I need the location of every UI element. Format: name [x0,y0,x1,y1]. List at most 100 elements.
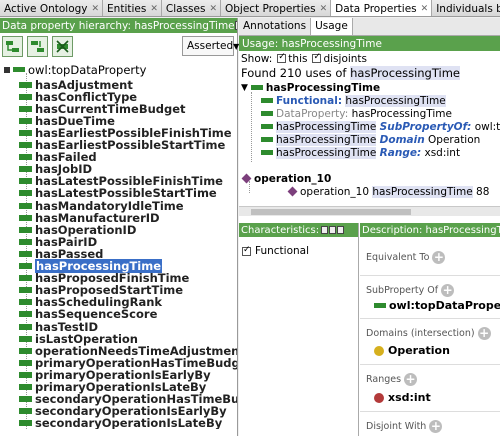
tab-label: Entities [107,2,147,15]
close-icon[interactable]: ✕ [209,4,217,14]
property-icon [19,190,32,197]
usage-value: hasProcessingTime [345,94,446,107]
subproperty-value-text: owl:topDataProperty [389,299,500,312]
tab-usage[interactable]: Usage [311,18,353,35]
found-term: hasProcessingTime [350,66,461,80]
data-property-hierarchy-panel: Data property hierarchy: hasProcessingTi… [0,18,239,436]
horizontal-scrollbar[interactable] [239,206,500,216]
asserted-dropdown[interactable]: Asserted ▼ [182,36,239,56]
domain-value[interactable]: Operation [374,344,450,357]
range-value[interactable]: xsd:int [374,391,431,404]
characteristics-title-text: Characteristics: [241,224,320,236]
usage-row[interactable]: Functional: hasProcessingTime [261,94,446,107]
close-icon[interactable]: ✕ [92,4,100,14]
property-icon [19,154,32,161]
class-icon [374,345,384,356]
disjoint-with-label: Disjoint With [366,421,427,432]
property-icon [19,178,32,185]
add-subproperty-button[interactable] [2,35,23,57]
tab-data-properties[interactable]: Data Properties ✕ [331,0,433,16]
property-icon [19,420,32,427]
usage-row[interactable]: hasProcessingTime Range: xsd:int [261,146,460,159]
description-title: Description: hasProcessingTime [360,223,500,237]
collapse-icon[interactable]: ▼ [241,83,248,93]
section-divider [360,411,500,412]
close-icon[interactable]: ✕ [421,4,429,14]
hierarchy-toolbar: Asserted ▼ [0,33,239,59]
close-icon[interactable]: ✕ [320,4,328,14]
pane-controls[interactable] [321,226,345,234]
property-icon [19,299,32,306]
subproperty-of-label: SubProperty Of [366,285,439,296]
usage-row[interactable]: DataProperty: hasProcessingTime [261,107,452,120]
domains-label: Domains (intersection) [366,328,475,339]
tab-entities[interactable]: Entities ✕ [103,0,162,16]
ranges-label: Ranges [366,374,402,385]
equivalent-to-label: Equivalent To [366,252,430,263]
property-icon [19,105,32,112]
property-icon [19,323,32,330]
add-icon[interactable]: + [404,373,418,386]
property-icon [19,202,32,209]
property-icon [19,359,32,366]
equivalent-to-section: Equivalent To + [366,251,446,264]
tree-root[interactable]: owl:topDataProperty [4,62,147,77]
tab-annotations[interactable]: Annotations [239,18,312,35]
disjoints-label: disjoints [323,52,368,65]
close-icon[interactable]: ✕ [150,4,158,14]
tab-label: Classes [165,2,206,15]
add-icon[interactable]: + [477,327,491,340]
property-icon [19,166,32,173]
this-checkbox[interactable] [277,52,287,63]
delete-property-button[interactable] [52,35,73,57]
add-icon[interactable]: + [432,251,446,264]
add-icon[interactable]: + [429,420,443,433]
tree-guide-line [249,181,250,193]
property-icon [19,129,32,136]
subpropertyof-keyword: SubPropertyOf: [379,120,472,133]
property-icon [374,303,386,308]
tab-object-properties[interactable]: Object Properties ✕ [221,0,332,16]
add-icon[interactable]: + [441,284,455,297]
property-icon [261,150,273,155]
tab-classes[interactable]: Classes ✕ [161,0,221,16]
tree-root-label: owl:topDataProperty [28,62,147,77]
panel-controls[interactable] [234,21,237,30]
property-icon [19,117,32,124]
property-icon [19,93,32,100]
property-icon [261,124,273,129]
usage-group-property[interactable]: ▼ hasProcessingTime [241,81,380,94]
tab-active-ontology[interactable]: Active Ontology ✕ [0,0,104,16]
disjoint-with-section: Disjoint With + [366,420,443,433]
panel-title-text: Data property hierarchy: hasProcessingTi… [2,19,235,32]
right-panel: Annotations Usage Usage: hasProcessingTi… [239,18,500,436]
usage-row[interactable]: hasProcessingTime SubPropertyOf: owl:t [261,120,500,133]
property-icon [261,111,273,116]
tree-item[interactable]: secondaryOperationIsLateBy [19,416,222,429]
expand-icon[interactable] [4,66,10,73]
usage-row[interactable]: operation_10 hasProcessingTime 88 [287,185,490,198]
usage-group-individual[interactable]: operation_10 [241,172,331,185]
usage-row[interactable]: hasProcessingTime Domain Operation [261,133,480,146]
characteristics-pane: Characteristics: Functional [239,223,359,436]
usage-subject: hasProcessingTime [276,146,377,159]
disjoints-checkbox[interactable] [312,52,322,63]
usage-object: 88 [476,185,490,198]
add-sibling-button[interactable] [27,35,48,57]
tab-bar: Active Ontology ✕ Entities ✕ Classes ✕ Object … [0,0,500,17]
tab-individuals-by-class[interactable]: Individuals by class✕ [432,0,500,16]
property-icon [13,67,25,72]
property-icon [19,238,32,245]
usage-value: hasProcessingTime [351,107,452,120]
functional-checkbox[interactable] [242,245,251,256]
tab-label: Object Properties [225,2,316,15]
scrollbar-thumb[interactable] [251,209,411,215]
usage-subject: hasProcessingTime [276,133,377,146]
found-prefix: Found 210 uses of [241,66,347,80]
tab-label: Individuals by class [436,2,500,15]
functional-row[interactable]: Functional [239,237,358,257]
domain-keyword: Domain [379,133,425,146]
functional-keyword: Functional: [276,94,343,107]
property-icon [19,335,32,342]
subproperty-value[interactable]: owl:topDataProperty [374,299,500,312]
